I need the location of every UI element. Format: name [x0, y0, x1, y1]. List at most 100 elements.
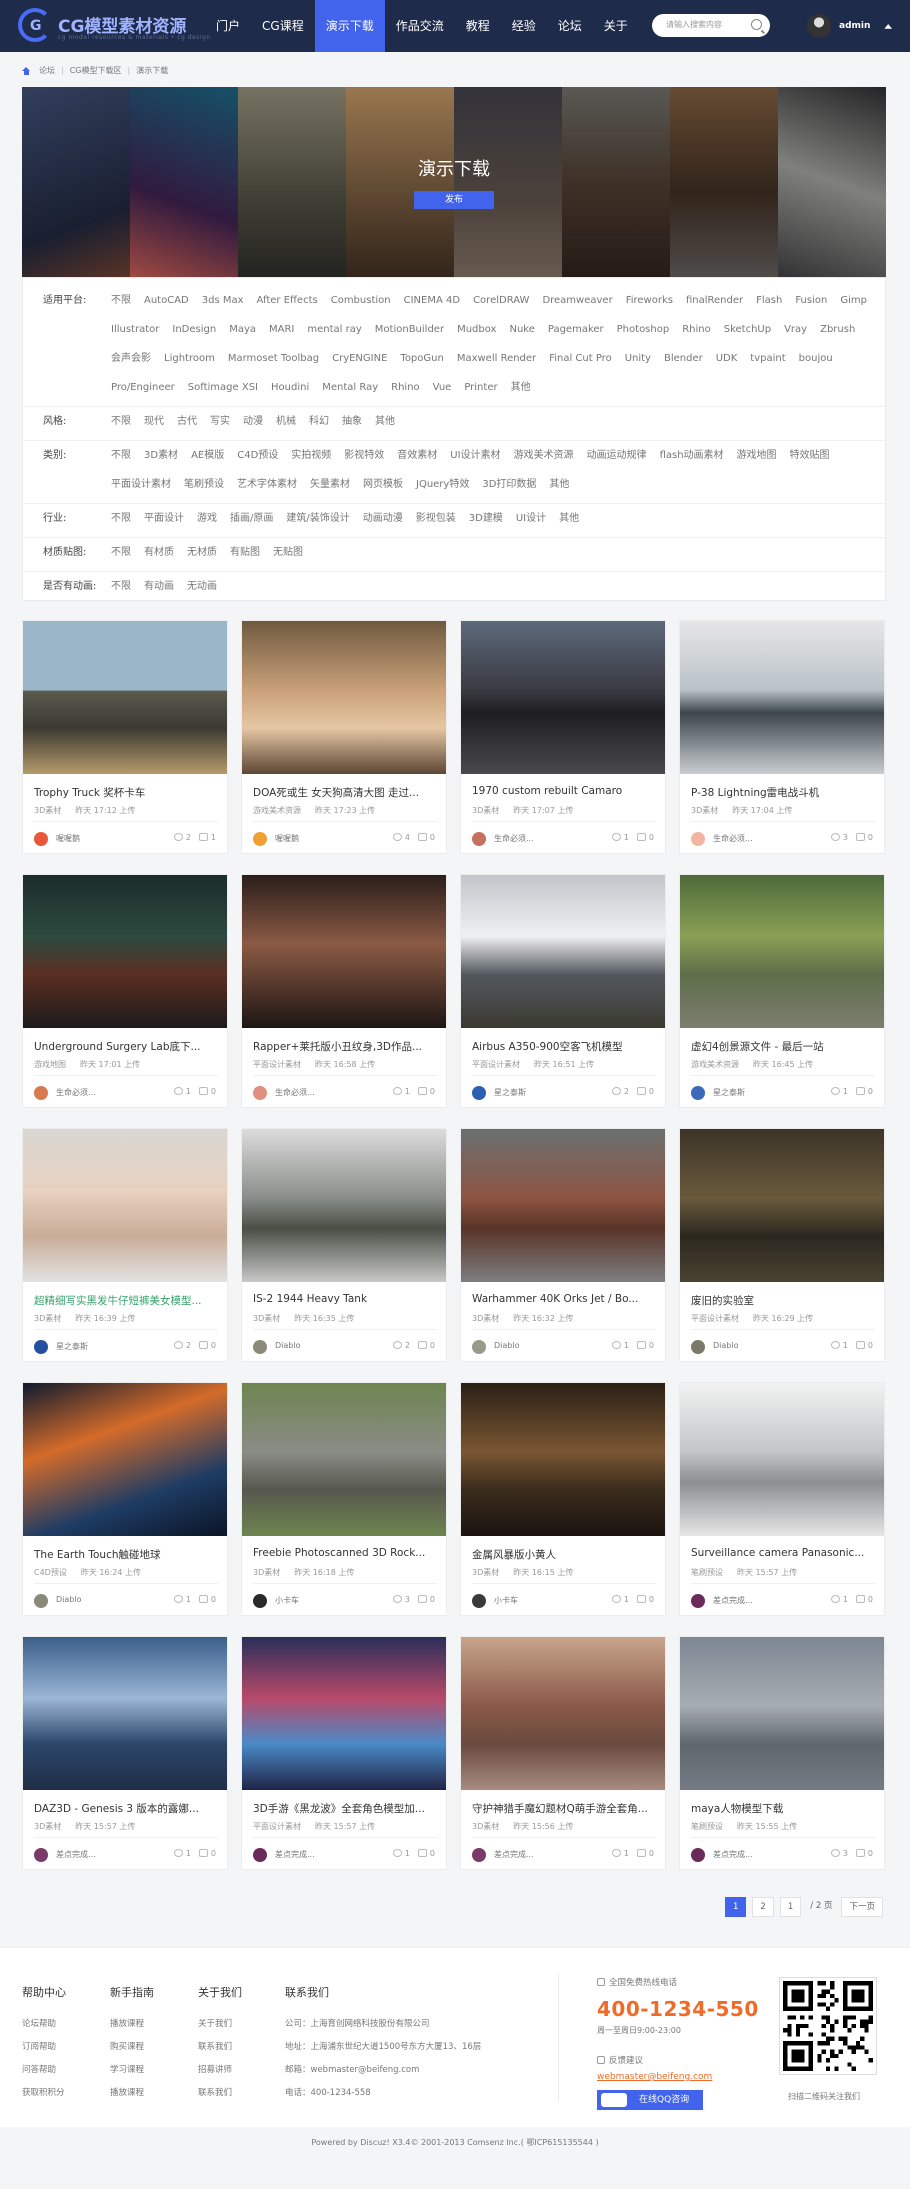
avatar[interactable]: [691, 1848, 705, 1862]
avatar[interactable]: [253, 1086, 267, 1100]
filter-option[interactable]: Printer: [464, 373, 497, 402]
page-2[interactable]: 2: [752, 1897, 774, 1917]
filter-option[interactable]: 写实: [210, 407, 230, 436]
card-title[interactable]: 超精细写实黑发牛仔短裤美女模型...: [34, 1293, 218, 1308]
filter-option[interactable]: CINEMA 4D: [404, 286, 460, 315]
filter-option[interactable]: Fusion: [795, 286, 827, 315]
footer-link[interactable]: 联系我们: [198, 2082, 242, 2105]
filter-option[interactable]: 其他: [511, 373, 531, 402]
card-title[interactable]: 废旧的实验室: [691, 1293, 875, 1308]
username[interactable]: admin: [839, 21, 870, 31]
filter-option[interactable]: 会声会影: [111, 344, 151, 373]
card-thumbnail[interactable]: [242, 875, 446, 1028]
footer-link[interactable]: 地址：上海浦东世纪大道1500号东方大厦13、16层: [285, 2036, 481, 2059]
card-title[interactable]: Warhammer 40K Orks Jet / Bo...: [472, 1293, 656, 1305]
filter-option[interactable]: UI设计素材: [450, 441, 500, 470]
footer-link[interactable]: 联系我们: [198, 2036, 242, 2059]
card-author[interactable]: 生命必须...: [494, 833, 534, 844]
breadcrumb-section[interactable]: CG模型下载区: [70, 65, 122, 76]
resource-card[interactable]: The Earth Touch触碰地球 C4D预设 昨天 16:24 上传 Diabl…: [22, 1382, 228, 1616]
filter-option[interactable]: 不限: [111, 504, 131, 533]
card-author[interactable]: 生命必须...: [56, 1087, 96, 1098]
card-thumbnail[interactable]: [23, 1383, 227, 1536]
filter-option[interactable]: 不限: [111, 572, 131, 601]
filter-option[interactable]: 动漫: [243, 407, 263, 436]
resource-card[interactable]: Underground Surgery Lab底下... 游戏地图 昨天 17:01…: [22, 874, 228, 1108]
filter-option[interactable]: AE模版: [191, 441, 224, 470]
nav-item-7[interactable]: 关于: [593, 0, 639, 52]
resource-card[interactable]: Trophy Truck 奖杯卡车 3D素材 昨天 17:12 上传 喔喔鹅 2 1: [22, 620, 228, 854]
filter-option[interactable]: 3D打印数据: [482, 470, 536, 499]
nav-item-4[interactable]: 教程: [455, 0, 501, 52]
footer-link[interactable]: 播放课程: [110, 2082, 154, 2105]
card-title[interactable]: 金属风暴版小黄人: [472, 1547, 656, 1562]
card-thumbnail[interactable]: [242, 1383, 446, 1536]
breadcrumb-current[interactable]: 演示下载: [136, 65, 168, 76]
resource-card[interactable]: 守护神猎手魔幻题材Q萌手游全套角... 3D素材 昨天 15:56 上传 差点完成..…: [460, 1636, 666, 1870]
filter-option[interactable]: Dreamweaver: [542, 286, 612, 315]
card-title[interactable]: Airbus A350-900空客飞机模型: [472, 1039, 656, 1054]
home-icon[interactable]: [22, 66, 31, 75]
card-title[interactable]: IS-2 1944 Heavy Tank: [253, 1293, 437, 1305]
filter-option[interactable]: 其他: [375, 407, 395, 436]
avatar[interactable]: [253, 1340, 267, 1354]
resource-card[interactable]: 超精细写实黑发牛仔短裤美女模型... 3D素材 昨天 16:39 上传 星之泰斯 2 0: [22, 1128, 228, 1362]
filter-option[interactable]: Vue: [433, 373, 452, 402]
filter-option[interactable]: Gimp: [840, 286, 867, 315]
card-author[interactable]: 差点完成...: [713, 1849, 753, 1860]
filter-option[interactable]: MARI: [269, 315, 294, 344]
footer-link[interactable]: 邮箱：webmaster@beifeng.com: [285, 2059, 481, 2082]
filter-option[interactable]: After Effects: [257, 286, 318, 315]
card-thumbnail[interactable]: [680, 1383, 884, 1536]
filter-option[interactable]: Vray: [784, 315, 807, 344]
filter-option[interactable]: SketchUp: [724, 315, 771, 344]
nav-item-5[interactable]: 经验: [501, 0, 547, 52]
card-thumbnail[interactable]: [461, 1383, 665, 1536]
filter-option[interactable]: 特效贴图: [790, 441, 830, 470]
filter-option[interactable]: 插画/原画: [230, 504, 273, 533]
filter-option[interactable]: Rhino: [391, 373, 420, 402]
resource-card[interactable]: Rapper+莱托版小丑纹身,3D作品... 平面设计素材 昨天 16:58 上传生…: [241, 874, 447, 1108]
avatar[interactable]: [807, 14, 831, 38]
footer-link[interactable]: 问答帮助: [22, 2059, 66, 2082]
card-author[interactable]: 差点完成...: [494, 1849, 534, 1860]
footer-link[interactable]: 播放课程: [110, 2013, 154, 2036]
footer-link[interactable]: 招募讲师: [198, 2059, 242, 2082]
filter-option[interactable]: 艺术字体素材: [237, 470, 297, 499]
filter-option[interactable]: Blender: [664, 344, 703, 373]
card-thumbnail[interactable]: [461, 621, 665, 774]
filter-option[interactable]: flash动画素材: [660, 441, 724, 470]
filter-option[interactable]: 有贴图: [230, 538, 260, 567]
card-title[interactable]: DOA死或生 女天狗高清大图 走过...: [253, 785, 437, 800]
avatar[interactable]: [253, 1848, 267, 1862]
search-box[interactable]: 请输入搜索内容: [652, 14, 770, 37]
card-title[interactable]: P-38 Lightning雷电战斗机: [691, 785, 875, 800]
filter-option[interactable]: 建筑/装饰设计: [286, 504, 349, 533]
avatar[interactable]: [34, 832, 48, 846]
avatar[interactable]: [34, 1086, 48, 1100]
card-title[interactable]: maya人物模型下载: [691, 1801, 875, 1816]
card-thumbnail[interactable]: [242, 1129, 446, 1282]
filter-option[interactable]: 游戏美术资源: [514, 441, 574, 470]
card-author[interactable]: 星之泰斯: [713, 1087, 745, 1098]
card-thumbnail[interactable]: [680, 621, 884, 774]
avatar[interactable]: [691, 1086, 705, 1100]
nav-item-6[interactable]: 论坛: [547, 0, 593, 52]
resource-card[interactable]: 1970 custom rebuilt Camaro 3D素材 昨天 17:07 上…: [460, 620, 666, 854]
card-author[interactable]: 差点完成...: [275, 1849, 315, 1860]
filter-option[interactable]: tvpaint: [750, 344, 785, 373]
avatar[interactable]: [34, 1848, 48, 1862]
card-title[interactable]: The Earth Touch触碰地球: [34, 1547, 218, 1562]
filter-option[interactable]: 游戏: [197, 504, 217, 533]
card-author[interactable]: 差点完成...: [713, 1595, 753, 1606]
avatar[interactable]: [34, 1594, 48, 1608]
avatar[interactable]: [472, 1086, 486, 1100]
avatar[interactable]: [472, 1848, 486, 1862]
card-thumbnail[interactable]: [23, 621, 227, 774]
filter-option[interactable]: Maxwell Render: [457, 344, 536, 373]
card-author[interactable]: 喔喔鹅: [275, 833, 299, 844]
filter-option[interactable]: Nuke: [509, 315, 534, 344]
card-thumbnail[interactable]: [461, 875, 665, 1028]
feedback-email[interactable]: webmaster@beifeng.com: [597, 2072, 759, 2082]
footer-link[interactable]: 购买课程: [110, 2036, 154, 2059]
